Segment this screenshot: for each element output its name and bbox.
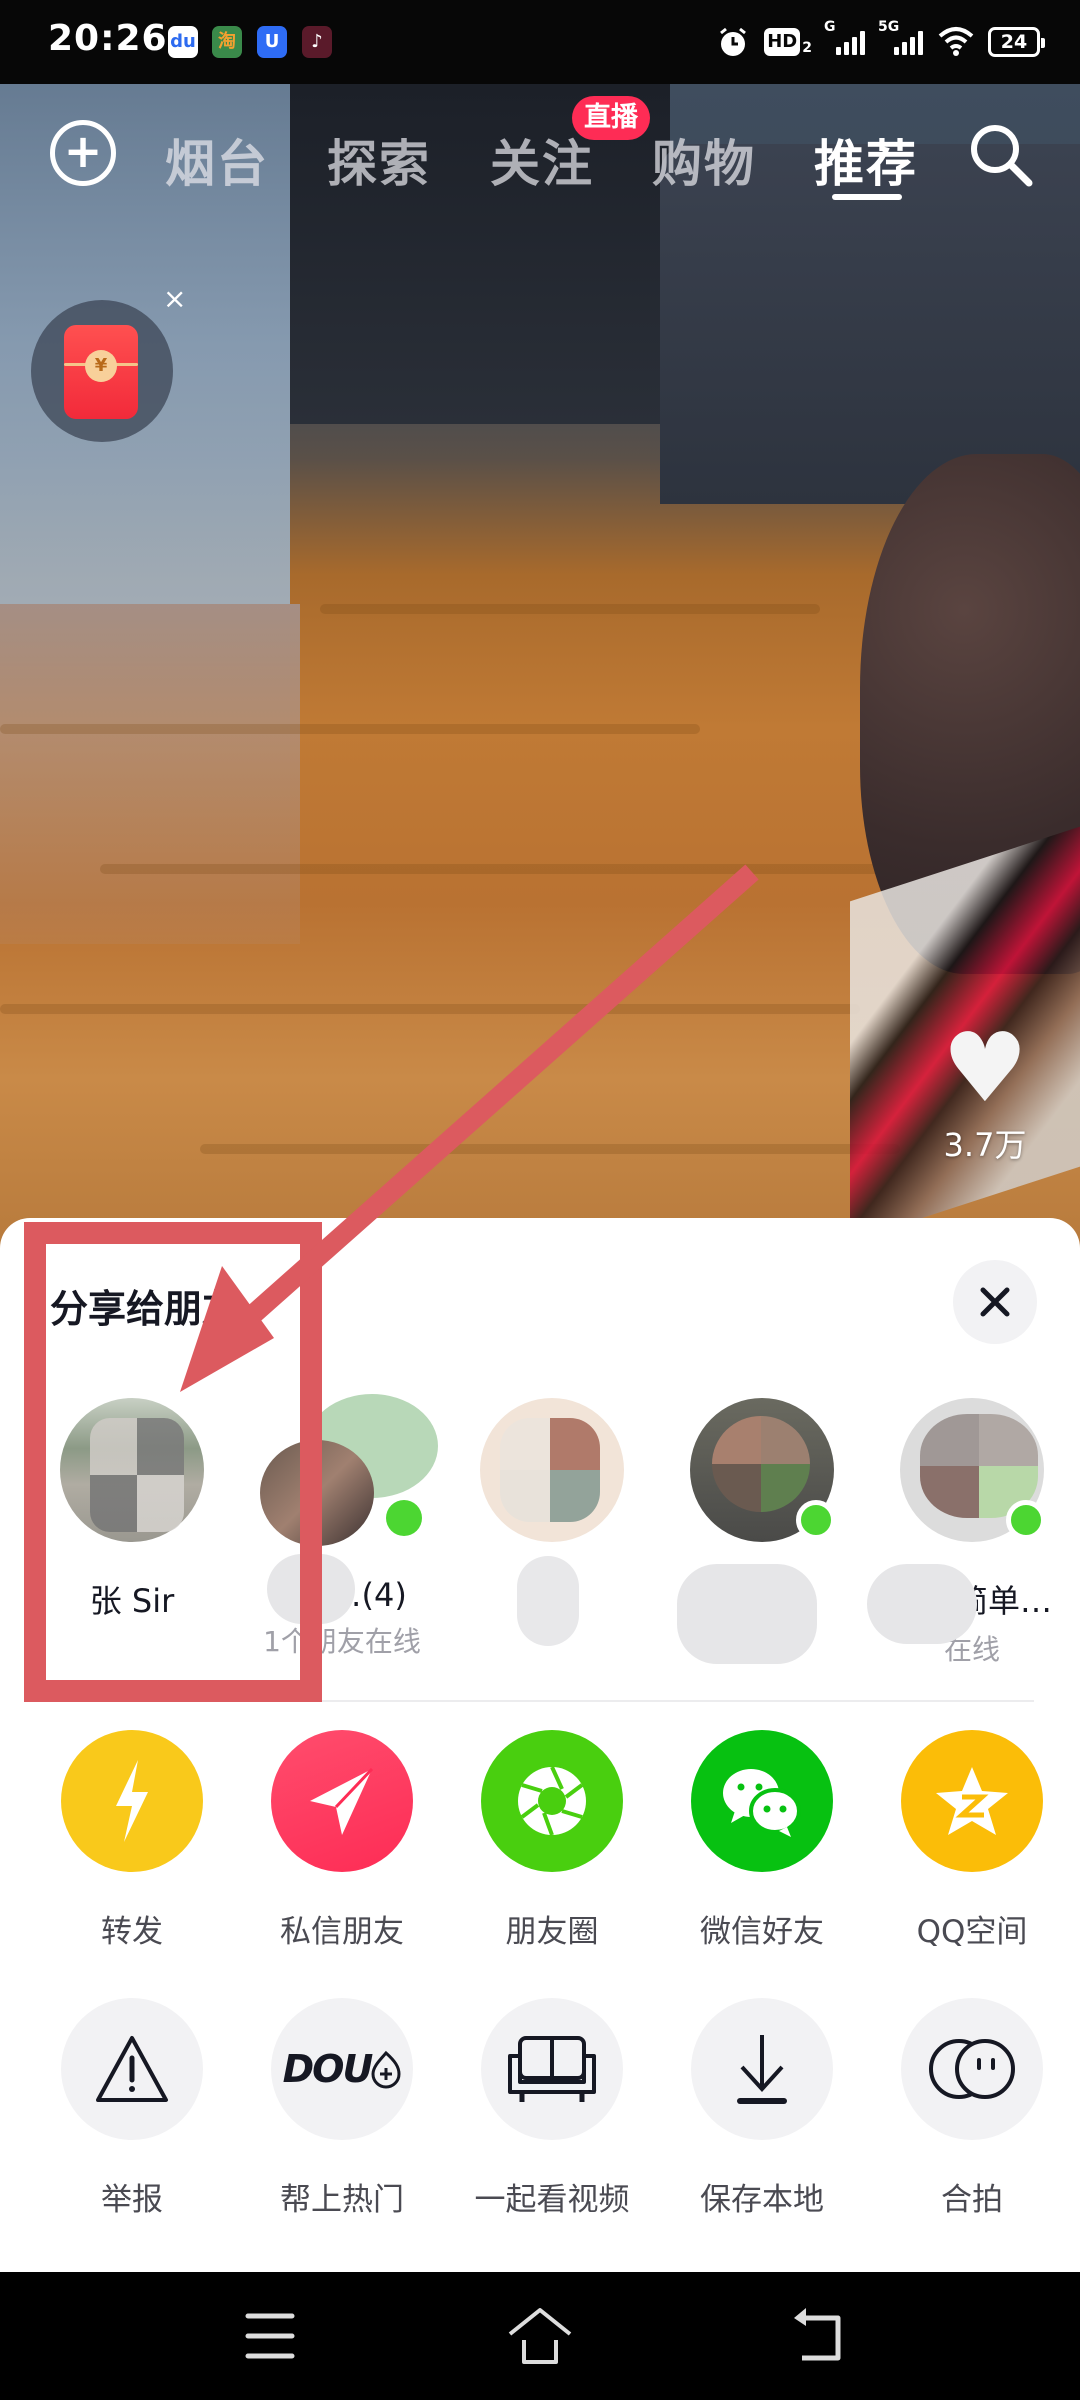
video-scene-reflection (0, 604, 300, 944)
download-icon (691, 1998, 833, 2140)
hd-indicator: HD 2 (764, 28, 812, 56)
wifi-icon (938, 27, 974, 56)
avatar (900, 1398, 1046, 1542)
online-status-dot (796, 1500, 836, 1540)
avatar (60, 1398, 204, 1542)
qzone-button[interactable]: QQ空间 (867, 1730, 1077, 1951)
signal-sim1-icon: G (824, 19, 866, 55)
action-label: 私信朋友 (280, 1914, 404, 1950)
action-label: 保存本地 (700, 2182, 824, 2218)
search-icon[interactable] (966, 120, 1036, 190)
watch-together-button[interactable]: 一起看视频 (447, 1998, 657, 2219)
red-envelope-icon: ¥ (64, 325, 138, 419)
dou-plus-icon: DOU (271, 1998, 413, 2140)
sofa-icon (481, 1998, 623, 2140)
back-icon[interactable] (780, 2306, 860, 2366)
moments-shutter-icon (481, 1730, 623, 1872)
menu-icon[interactable] (230, 2306, 310, 2366)
red-packet-close-icon[interactable]: × (163, 282, 186, 315)
action-label: 合拍 (941, 2182, 1003, 2218)
online-status-dot (1006, 1500, 1046, 1540)
top-nav: + 烟台 探索 关注 直播 购物 推荐 (0, 84, 1080, 224)
floor-plank (200, 1144, 900, 1154)
heart-icon: ♥ (941, 1012, 1029, 1124)
save-local-button[interactable]: 保存本地 (657, 1998, 867, 2219)
share-sheet-title: 分享给朋友 (50, 1287, 241, 1331)
friend-item[interactable]: …, …(4) 1个朋友在线 (237, 1394, 447, 1660)
repost-button[interactable]: 转发 (27, 1730, 237, 1951)
action-label: 转发 (101, 1914, 163, 1950)
duet-button[interactable]: 合拍 (867, 1998, 1077, 2219)
status-indicators: HD 2 G 5G 24 (716, 19, 1045, 62)
signal-sim2-icon: 5G (878, 19, 924, 55)
warning-triangle-icon (61, 1998, 203, 2140)
friend-list: 张 Sir …, …(4) 1个朋友在线 (0, 1394, 1080, 1678)
active-tab-indicator (832, 194, 902, 200)
alarm-icon (720, 27, 747, 56)
battery-indicator: 24 (988, 27, 1045, 57)
close-button[interactable] (953, 1260, 1037, 1344)
like-count: 3.7万 (943, 1126, 1027, 1164)
divider (24, 1700, 1034, 1702)
baidu-app-icon: du (168, 26, 198, 58)
floor-plank (100, 864, 900, 874)
friend-item[interactable]: 张 Sir (27, 1398, 237, 1622)
video-player[interactable] (0, 84, 1080, 1254)
qzone-star-icon (901, 1730, 1043, 1872)
system-nav-bar (0, 2272, 1080, 2400)
like-button[interactable]: ♥ 3.7万 (935, 1020, 1035, 1166)
group-avatar (260, 1394, 438, 1546)
status-bar: 20:26 du 淘 U ♪ HD 2 G 5G 24 (0, 0, 1080, 84)
add-button[interactable]: + (50, 120, 116, 186)
friend-item[interactable]: @…简单… 在线 (867, 1398, 1077, 1668)
moments-button[interactable]: 朋友圈 (447, 1730, 657, 1951)
friend-name: 张 Sir (89, 1582, 175, 1620)
private-message-button[interactable]: 私信朋友 (237, 1730, 447, 1951)
blue-app-icon: U (257, 26, 287, 58)
tab-shopping[interactable]: 购物 (652, 124, 756, 196)
online-status-dot (386, 1500, 422, 1536)
paper-plane-icon (271, 1730, 413, 1872)
red-packet-button[interactable]: ¥ (31, 300, 173, 442)
live-badge: 直播 (572, 96, 650, 140)
duet-icon (901, 1998, 1043, 2140)
share-sheet: 分享给朋友 张 Sir …, …(4) 1个朋友在线 (0, 1218, 1080, 2272)
tab-following[interactable]: 关注 (490, 124, 594, 196)
friend-item[interactable] (447, 1398, 657, 1646)
report-button[interactable]: 举报 (27, 1998, 237, 2219)
floor-plank (320, 604, 820, 614)
avatar (690, 1398, 836, 1542)
douyin-app-icon: ♪ (302, 26, 332, 58)
tab-recommended[interactable]: 推荐 (814, 124, 918, 196)
action-label: 微信好友 (700, 1914, 824, 1950)
home-icon[interactable] (500, 2306, 580, 2366)
friend-online-status: 1个朋友在线 (263, 1625, 421, 1658)
action-label: QQ空间 (916, 1914, 1028, 1950)
avatar (480, 1398, 624, 1542)
action-label: 举报 (101, 2182, 163, 2218)
action-label: 一起看视频 (474, 2182, 630, 2218)
lightning-icon (61, 1730, 203, 1872)
status-time: 20:26 (48, 18, 168, 59)
action-label: 帮上热门 (280, 2182, 404, 2218)
close-icon (980, 1287, 1010, 1317)
taobao-app-icon: 淘 (212, 26, 242, 58)
tab-explore[interactable]: 探索 (327, 124, 431, 196)
friend-item[interactable]: … 在线 (657, 1398, 867, 1664)
action-label: 朋友圈 (505, 1914, 599, 1950)
tab-yantai[interactable]: 烟台 (165, 124, 269, 196)
wechat-friends-button[interactable]: 微信好友 (657, 1730, 867, 1951)
dou-plus-button[interactable]: DOU 帮上热门 (237, 1998, 447, 2219)
floor-plank (0, 1004, 860, 1014)
floor-plank (0, 724, 700, 734)
wechat-icon (691, 1730, 833, 1872)
yuan-coin-icon: ¥ (85, 350, 117, 382)
